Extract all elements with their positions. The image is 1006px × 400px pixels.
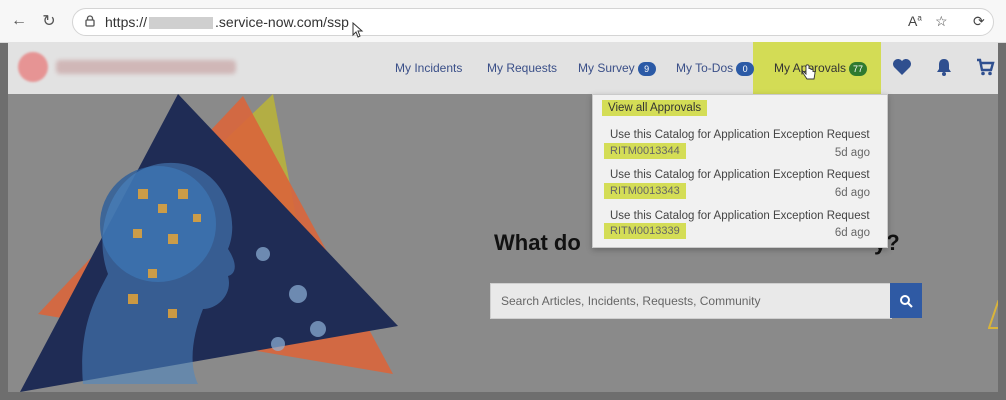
cart-icon[interactable] bbox=[974, 56, 996, 78]
url-text: https:// .service-now.com/ssp bbox=[105, 14, 349, 30]
search-placeholder: Search Articles, Incidents, Requests, Co… bbox=[501, 294, 761, 308]
survey-count-badge: 9 bbox=[637, 62, 656, 76]
url-prefix: https:// bbox=[105, 14, 148, 30]
search-icon bbox=[900, 294, 913, 308]
hand-cursor-icon bbox=[802, 64, 816, 80]
approval-item-title[interactable]: Use this Catalog for Application Excepti… bbox=[610, 129, 870, 141]
bell-icon[interactable] bbox=[933, 56, 955, 78]
read-aloud-icon[interactable]: Aa bbox=[908, 13, 922, 29]
approval-item-age: 5d ago bbox=[834, 147, 870, 159]
approval-item-number[interactable]: RITM0013343 bbox=[604, 183, 686, 199]
approval-item-number[interactable]: RITM0013339 bbox=[604, 223, 686, 239]
approval-item-number[interactable]: RITM0013344 bbox=[604, 143, 686, 159]
nav-my-incidents-label: My Incidents bbox=[395, 61, 463, 75]
nav-my-incidents[interactable]: My Incidents bbox=[395, 61, 462, 75]
nav-my-todos[interactable]: My To-Dos 0 bbox=[676, 61, 755, 76]
favorite-star-icon[interactable]: ☆ bbox=[935, 13, 948, 30]
browser-toolbar: ← ↻ https:// .service-now.com/ssp Aa ☆ ⟳ bbox=[0, 0, 1006, 43]
company-logo[interactable] bbox=[18, 52, 248, 82]
nav-my-approvals[interactable]: My Approvals 77 bbox=[774, 61, 868, 76]
approval-item-title[interactable]: Use this Catalog for Application Excepti… bbox=[610, 169, 870, 181]
portal-header: My Incidents My Requests My Survey 9 My T… bbox=[8, 42, 998, 94]
view-all-approvals-link[interactable]: View all Approvals bbox=[602, 100, 708, 116]
logo-mark bbox=[18, 52, 48, 82]
redacted-domain bbox=[149, 17, 214, 30]
hero-question-left: What do bbox=[494, 230, 581, 255]
approvals-dropdown: View all Approvals Use this Catalog for … bbox=[592, 94, 888, 248]
address-bar[interactable]: https:// .service-now.com/ssp Aa ☆ ⟳ bbox=[72, 8, 994, 36]
service-portal-page: My Incidents My Requests My Survey 9 My T… bbox=[8, 42, 998, 392]
warning-triangle-icon bbox=[988, 300, 998, 329]
lock-icon bbox=[85, 15, 95, 27]
search-button[interactable] bbox=[890, 283, 922, 318]
logo-text-redacted bbox=[56, 60, 236, 74]
nav-my-survey[interactable]: My Survey 9 bbox=[578, 61, 656, 76]
nav-my-requests-label: My Requests bbox=[487, 61, 558, 75]
back-arrow-icon[interactable]: ← bbox=[9, 11, 29, 31]
approvals-count-badge: 77 bbox=[849, 62, 868, 76]
todos-count-badge: 0 bbox=[736, 62, 755, 76]
portal-search-input[interactable]: Search Articles, Incidents, Requests, Co… bbox=[490, 283, 892, 319]
approval-item-age: 6d ago bbox=[834, 187, 870, 199]
approval-item-title[interactable]: Use this Catalog for Application Excepti… bbox=[610, 210, 870, 222]
heart-icon[interactable] bbox=[891, 56, 913, 78]
nav-my-todos-label: My To-Dos bbox=[676, 61, 734, 75]
extensions-icon[interactable]: ⟳ bbox=[973, 13, 985, 30]
url-suffix: .service-now.com/ssp bbox=[215, 14, 349, 30]
hero-illustration bbox=[20, 94, 398, 392]
refresh-icon[interactable]: ↻ bbox=[39, 11, 59, 31]
nav-my-survey-label: My Survey bbox=[578, 61, 635, 75]
nav-my-requests[interactable]: My Requests bbox=[487, 61, 557, 75]
mouse-cursor-icon bbox=[352, 22, 364, 38]
approval-item-age: 6d ago bbox=[834, 227, 870, 239]
